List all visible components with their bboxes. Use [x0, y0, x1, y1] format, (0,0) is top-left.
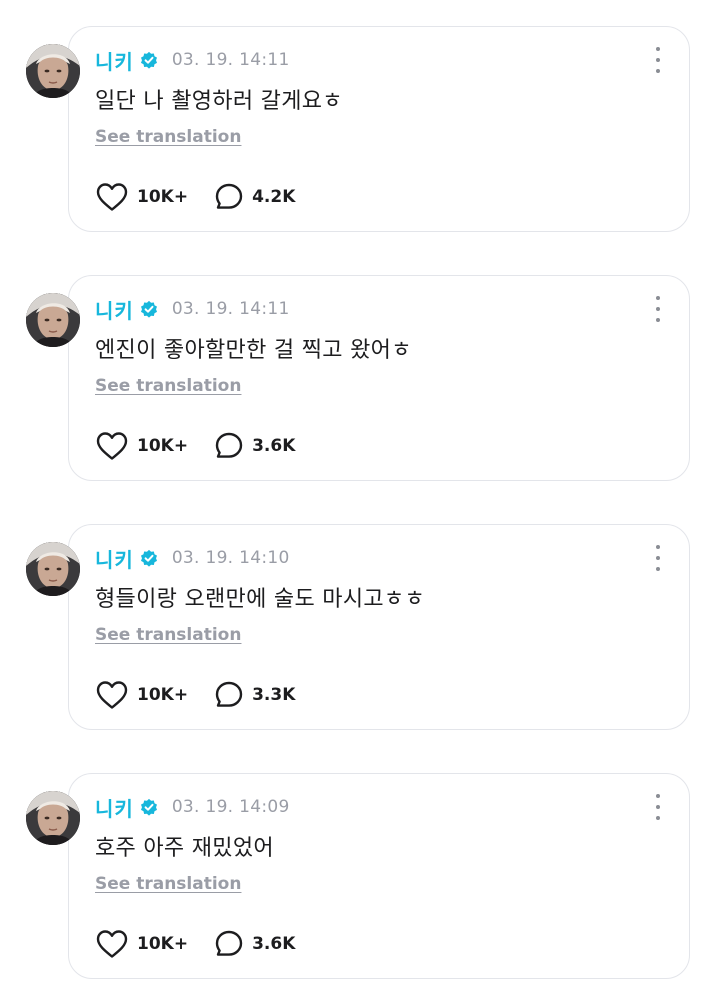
post-item: 니키 03. 19. 14:10 형들이랑 오랜만에 술도 마시고ㅎㅎ See …	[0, 524, 720, 734]
like-button[interactable]: 10K+	[95, 182, 188, 212]
heart-icon	[96, 681, 128, 709]
more-options-icon[interactable]	[653, 545, 663, 571]
heart-icon	[96, 183, 128, 211]
post-header: 니키 03. 19. 14:11	[95, 46, 290, 75]
avatar[interactable]	[26, 542, 80, 596]
verified-badge-icon	[140, 300, 157, 318]
verified-badge-icon	[140, 549, 157, 567]
author-name[interactable]: 니키	[95, 295, 134, 324]
comment-count: 3.3K	[252, 685, 296, 705]
comment-count: 3.6K	[252, 934, 296, 954]
post-item: 니키 03. 19. 14:11 일단 나 촬영하러 갈게요ㅎ See tran…	[0, 26, 720, 236]
author-name[interactable]: 니키	[95, 544, 134, 573]
comment-icon	[215, 681, 243, 707]
post-card[interactable]: 니키 03. 19. 14:11 엔진이 좋아할만한 걸 찍고 왔어ㅎ See …	[68, 275, 690, 481]
post-header: 니키 03. 19. 14:10	[95, 544, 290, 573]
see-translation-link[interactable]: See translation	[95, 127, 241, 147]
post-card[interactable]: 니키 03. 19. 14:11 일단 나 촬영하러 갈게요ㅎ See tran…	[68, 26, 690, 232]
more-options-icon[interactable]	[653, 794, 663, 820]
avatar[interactable]	[26, 44, 80, 98]
verified-badge-icon	[140, 798, 157, 816]
like-count: 10K+	[137, 934, 189, 954]
like-count: 10K+	[137, 685, 189, 705]
post-text: 호주 아주 재밌었어	[95, 836, 274, 861]
comment-icon	[215, 183, 243, 209]
comment-button[interactable]: 3.6K	[214, 431, 295, 461]
like-count: 10K+	[137, 187, 189, 207]
see-translation-link[interactable]: See translation	[95, 625, 241, 645]
post-actions: 10K+ 3.6K	[95, 927, 295, 961]
post-text: 형들이랑 오랜만에 술도 마시고ㅎㅎ	[95, 587, 425, 612]
see-translation-link[interactable]: See translation	[95, 376, 241, 396]
avatar[interactable]	[26, 293, 80, 347]
like-button[interactable]: 10K+	[95, 680, 188, 710]
post-timestamp: 03. 19. 14:11	[171, 50, 290, 70]
comment-count: 4.2K	[252, 187, 296, 207]
post-actions: 10K+ 3.3K	[95, 678, 295, 712]
comment-button[interactable]: 4.2K	[214, 182, 295, 212]
comment-icon	[215, 432, 243, 458]
heart-icon	[96, 930, 128, 958]
like-button[interactable]: 10K+	[95, 431, 188, 461]
post-text: 일단 나 촬영하러 갈게요ㅎ	[95, 89, 343, 114]
like-button[interactable]: 10K+	[95, 929, 188, 959]
post-card[interactable]: 니키 03. 19. 14:10 형들이랑 오랜만에 술도 마시고ㅎㅎ See …	[68, 524, 690, 730]
post-item: 니키 03. 19. 14:09 호주 아주 재밌었어 See translat…	[0, 773, 720, 983]
comment-count: 3.6K	[252, 436, 296, 456]
post-header: 니키 03. 19. 14:09	[95, 793, 290, 822]
avatar[interactable]	[26, 791, 80, 845]
post-actions: 10K+ 3.6K	[95, 429, 295, 463]
post-timestamp: 03. 19. 14:09	[171, 797, 290, 817]
more-options-icon[interactable]	[653, 47, 663, 73]
post-header: 니키 03. 19. 14:11	[95, 295, 290, 324]
post-timestamp: 03. 19. 14:11	[171, 299, 290, 319]
heart-icon	[96, 432, 128, 460]
comment-button[interactable]: 3.3K	[214, 680, 295, 710]
verified-badge-icon	[140, 51, 157, 69]
post-card[interactable]: 니키 03. 19. 14:09 호주 아주 재밌었어 See translat…	[68, 773, 690, 979]
post-text: 엔진이 좋아할만한 걸 찍고 왔어ㅎ	[95, 338, 412, 363]
post-timestamp: 03. 19. 14:10	[171, 548, 290, 568]
like-count: 10K+	[137, 436, 189, 456]
more-options-icon[interactable]	[653, 296, 663, 322]
post-actions: 10K+ 4.2K	[95, 180, 295, 214]
comment-icon	[215, 930, 243, 956]
post-feed: 니키 03. 19. 14:11 일단 나 촬영하러 갈게요ㅎ See tran…	[0, 0, 720, 1008]
comment-button[interactable]: 3.6K	[214, 929, 295, 959]
author-name[interactable]: 니키	[95, 46, 134, 75]
post-item: 니키 03. 19. 14:11 엔진이 좋아할만한 걸 찍고 왔어ㅎ See …	[0, 275, 720, 485]
see-translation-link[interactable]: See translation	[95, 874, 241, 894]
author-name[interactable]: 니키	[95, 793, 134, 822]
